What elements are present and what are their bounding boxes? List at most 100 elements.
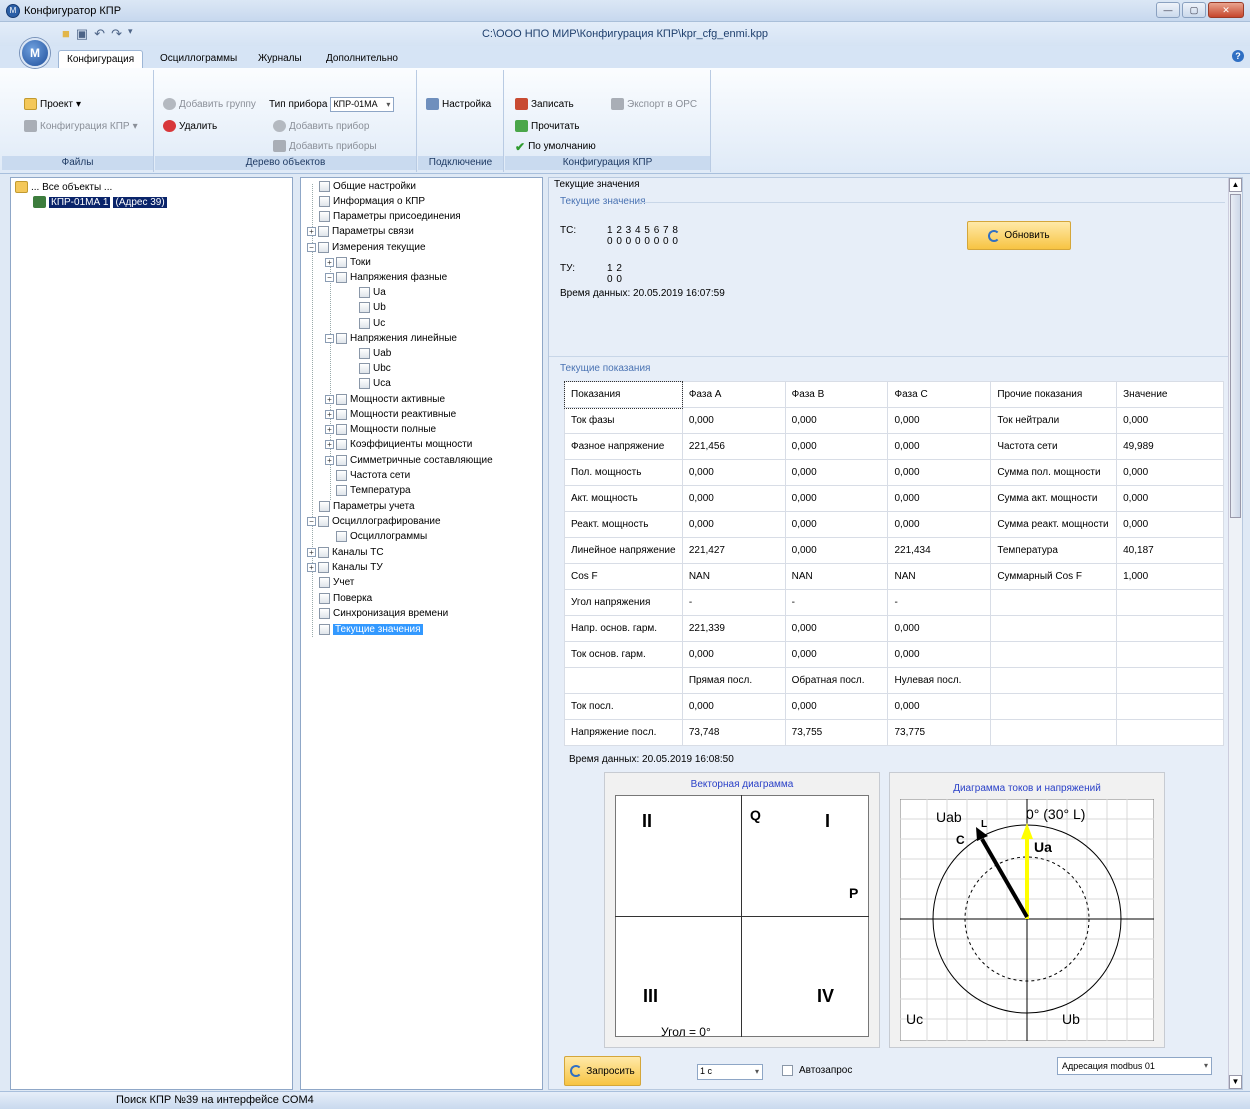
project-button[interactable]: Проект ▾ <box>24 98 81 110</box>
vertical-scrollbar[interactable]: ▲ ▼ <box>1228 178 1242 1089</box>
tree-item-phase-voltages[interactable]: − Напряжения фазные <box>325 270 447 284</box>
tab-additional[interactable]: Дополнительно <box>318 50 406 68</box>
tab-oscillograms[interactable]: Осциллограммы <box>152 50 245 68</box>
maximize-icon[interactable]: ▢ <box>1182 2 1206 18</box>
table-cell: 0,000 <box>784 407 889 434</box>
default-button[interactable]: ✔ По умолчанию <box>515 140 596 154</box>
current-values-panel: Текущие значения Текущие значения ТС: 1 … <box>548 177 1243 1090</box>
table-cell: 49,989 <box>1116 433 1224 460</box>
table-cell: - <box>784 589 889 616</box>
tree-item-symmetric[interactable]: + Симметричные составляющие <box>325 453 493 467</box>
delete-button[interactable]: Удалить <box>163 120 217 132</box>
table-cell: 0,000 <box>681 641 786 668</box>
tree-item-ub[interactable]: Ub <box>359 300 386 314</box>
tree-root-all-objects[interactable]: ... Все объекты ... <box>15 180 112 194</box>
table-cell: NAN <box>784 563 889 590</box>
window-controls: — ▢ ✕ <box>1156 2 1244 18</box>
tree-item-uca[interactable]: Uca <box>359 376 391 390</box>
device-type: Тип прибора КПР-01МА <box>269 97 395 112</box>
tree-item-oscillography[interactable]: − Осциллографирование <box>307 514 441 528</box>
table-cell: 0,000 <box>784 615 889 642</box>
table-cell <box>990 667 1118 694</box>
tree-item-verification[interactable]: Поверка <box>307 591 372 605</box>
table-cell <box>564 667 683 694</box>
application-menu-button[interactable]: М <box>20 38 50 68</box>
tree-item-tu-channels[interactable]: + Каналы ТУ <box>307 560 383 574</box>
device-type-select[interactable]: КПР-01МА <box>330 97 395 112</box>
tree-item-reactive-power[interactable]: + Мощности реактивные <box>325 407 456 421</box>
tree-item-general[interactable]: Общие настройки <box>307 179 416 193</box>
interval-select[interactable]: 1 с <box>697 1064 763 1080</box>
table-cell: 0,000 <box>784 693 889 720</box>
ts-label: ТС: <box>560 225 577 236</box>
tree-item-measurements[interactable]: − Измерения текущие <box>307 240 426 254</box>
table-row: Cos F NAN NAN NAN Суммарный Cos F 1,000 <box>564 563 1224 590</box>
table-row: Ток фазы 0,000 0,000 0,000 Ток нейтрали 0,000 <box>564 407 1224 434</box>
tree-item-line-voltages[interactable]: − Напряжения линейные <box>325 331 457 345</box>
table-cell <box>1116 589 1224 616</box>
table-row: Прямая посл. Обратная посл. Нулевая посл. <box>564 667 1224 694</box>
table-cell: 0,000 <box>1116 459 1224 486</box>
table-cell: 1,000 <box>1116 563 1224 590</box>
add-group-button[interactable]: Добавить группу <box>163 98 256 110</box>
tree-item-time-sync[interactable]: Синхронизация времени <box>307 606 448 620</box>
scroll-thumb[interactable] <box>1230 194 1241 518</box>
tree-item-power-factors[interactable]: + Коэффициенты мощности <box>325 437 472 451</box>
tree-item-ubc[interactable]: Ubc <box>359 361 391 375</box>
tree-item-oscillograms[interactable]: Осциллограммы <box>325 529 427 543</box>
addressing-select[interactable]: Адресация modbus 01 <box>1057 1057 1212 1075</box>
tree-item-active-power[interactable]: + Мощности активные <box>325 392 445 406</box>
table-cell: Угол напряжения <box>564 589 683 616</box>
config-icon <box>24 120 37 132</box>
tree-device-kpr[interactable]: КПР-01МА 1 (Адрес 39) <box>33 195 167 209</box>
tree-item-info[interactable]: Информация о КПР <box>307 194 425 208</box>
table-cell <box>990 589 1118 616</box>
tree-item-current-values[interactable]: Текущие значения <box>307 622 423 636</box>
tree-item-frequency[interactable]: Частота сети <box>325 468 410 482</box>
read-button[interactable]: Прочитать <box>515 120 580 132</box>
group-label-object-tree: Дерево объектов <box>155 156 416 170</box>
quadrant-IV: IV <box>817 986 835 1006</box>
refresh-button[interactable]: Обновить <box>967 221 1071 250</box>
tree-item-temperature[interactable]: Температура <box>325 483 411 497</box>
add-devices-button[interactable]: Добавить приборы <box>273 140 377 152</box>
table-cell: 0,000 <box>681 407 786 434</box>
tree-item-connection-params[interactable]: Параметры присоединения <box>307 209 461 223</box>
table-cell: NAN <box>887 563 992 590</box>
request-button[interactable]: Запросить <box>564 1056 641 1086</box>
status-text: Поиск КПР №39 на интерфейсе COM4 <box>116 1094 314 1106</box>
tree-item-ua[interactable]: Ua <box>359 285 386 299</box>
tab-configuration[interactable]: Конфигурация <box>58 50 144 68</box>
autorequest-checkbox[interactable] <box>782 1065 793 1076</box>
table-cell: Показания <box>563 380 684 409</box>
data-time-1: Время данных: 20.05.2019 16:07:59 <box>560 288 725 299</box>
settings-button[interactable]: Настройка <box>426 98 491 110</box>
export-opc-button[interactable]: Экспорт в OPC <box>611 98 697 110</box>
table-cell: 221,427 <box>681 537 786 564</box>
tree-item-accounting-params[interactable]: Параметры учета <box>307 499 415 513</box>
tree-item-link-params[interactable]: + Параметры связи <box>307 224 414 238</box>
tree-item-currents[interactable]: + Токи <box>325 255 371 269</box>
table-row: Фазное напряжение 221,456 0,000 0,000 Частот… <box>564 433 1224 460</box>
tree-item-accounting[interactable]: Учет <box>307 575 354 589</box>
table-row: Угол напряжения - - - <box>564 589 1224 616</box>
add-device-button[interactable]: Добавить прибор <box>273 120 369 132</box>
tree-item-uab[interactable]: Uab <box>359 346 391 360</box>
table-cell: 0,000 <box>784 459 889 486</box>
tab-journals[interactable]: Журналы <box>250 50 310 68</box>
table-row: Напр. основ. гарм. 221,339 0,000 0,000 <box>564 615 1224 642</box>
minimize-icon[interactable]: — <box>1156 2 1180 18</box>
tree-item-ts-channels[interactable]: + Каналы ТС <box>307 545 384 559</box>
scroll-down-icon[interactable]: ▼ <box>1229 1075 1242 1089</box>
close-icon[interactable]: ✕ <box>1208 2 1244 18</box>
table-cell: 40,187 <box>1116 537 1224 564</box>
kpr-config-button[interactable]: Конфигурация КПР ▾ <box>24 120 138 132</box>
tree-item-uc[interactable]: Uc <box>359 316 385 330</box>
help-icon[interactable]: ? <box>1232 50 1244 62</box>
phasor-plot <box>900 799 1154 1041</box>
table-cell: 0,000 <box>1116 485 1224 512</box>
table-cell <box>1116 693 1224 720</box>
write-button[interactable]: Записать <box>515 98 574 110</box>
scroll-up-icon[interactable]: ▲ <box>1229 178 1242 192</box>
tree-item-full-power[interactable]: + Мощности полные <box>325 422 436 436</box>
